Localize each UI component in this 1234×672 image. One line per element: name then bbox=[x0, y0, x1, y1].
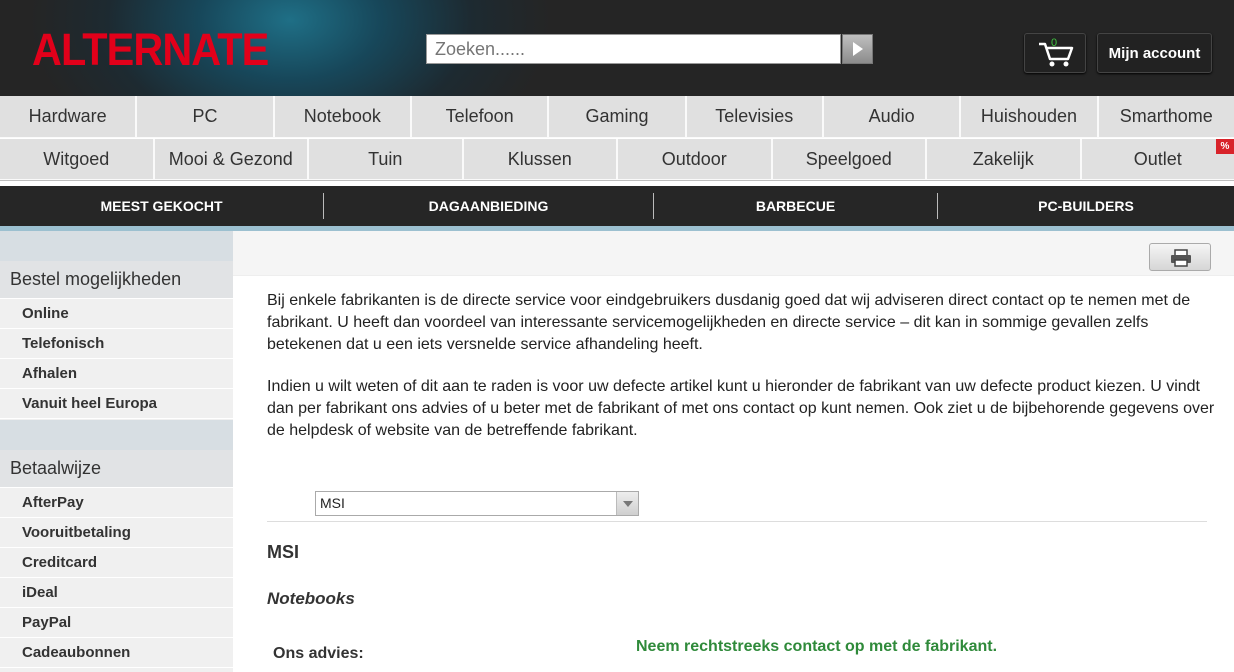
sidebar-spacer bbox=[0, 420, 233, 450]
category-zakelijk[interactable]: Zakelijk bbox=[927, 139, 1082, 180]
sidebar-item-vooruitbetaling[interactable]: Vooruitbetaling bbox=[0, 518, 233, 548]
category-nav-row-2: Witgoed Mooi & Gezond Tuin Klussen Outdo… bbox=[0, 139, 1234, 181]
main-content: Bij enkele fabrikanten is de directe ser… bbox=[233, 231, 1234, 672]
advice-label: Ons advies: bbox=[273, 645, 364, 662]
promo-dagaanbieding[interactable]: DAGAANBIEDING bbox=[324, 193, 654, 219]
sidebar-item-online[interactable]: Online bbox=[0, 299, 233, 329]
sidebar-item-afterpay[interactable]: AfterPay bbox=[0, 488, 233, 518]
category-outlet-label: Outlet bbox=[1133, 148, 1182, 169]
promo-pc-builders[interactable]: PC-BUILDERS bbox=[938, 193, 1234, 219]
promo-bar: MEEST GEKOCHT DAGAANBIEDING BARBECUE PC-… bbox=[0, 186, 1234, 226]
category-smarthome[interactable]: Smarthome bbox=[1098, 96, 1234, 138]
sale-badge: % bbox=[1216, 139, 1234, 154]
cart-icon bbox=[1039, 42, 1074, 67]
manufacturer-select[interactable]: MSI bbox=[315, 491, 639, 516]
category-telefoon[interactable]: Telefoon bbox=[411, 96, 550, 138]
sidebar-spacer bbox=[0, 231, 233, 261]
sidebar: Bestel mogelijkheden Online Telefonisch … bbox=[0, 231, 233, 672]
print-button[interactable] bbox=[1149, 243, 1211, 271]
chevron-down-icon bbox=[616, 492, 638, 515]
sidebar-item-cadeaubonnen[interactable]: Cadeaubonnen bbox=[0, 638, 233, 668]
promo-barbecue[interactable]: BARBECUE bbox=[654, 193, 938, 219]
site-header: ALTERNATE 0 Mijn account bbox=[0, 0, 1234, 96]
category-pc[interactable]: PC bbox=[137, 96, 275, 138]
divider bbox=[267, 521, 1207, 522]
brand-heading: MSI bbox=[267, 542, 300, 562]
play-arrow-icon bbox=[852, 42, 863, 56]
category-hardware[interactable]: Hardware bbox=[0, 96, 138, 138]
search-input[interactable] bbox=[426, 34, 841, 64]
category-witgoed[interactable]: Witgoed bbox=[0, 139, 155, 180]
category-outdoor[interactable]: Outdoor bbox=[618, 139, 773, 180]
sidebar-item-afhalen[interactable]: Afhalen bbox=[0, 359, 233, 389]
intro-paragraph: Bij enkele fabrikanten is de directe ser… bbox=[267, 292, 1191, 353]
site-logo[interactable]: ALTERNATE bbox=[32, 24, 269, 76]
category-speelgoed[interactable]: Speelgoed bbox=[772, 139, 927, 180]
category-mooi-gezond[interactable]: Mooi & Gezond bbox=[154, 139, 309, 180]
category-gaming[interactable]: Gaming bbox=[549, 96, 687, 138]
category-audio[interactable]: Audio bbox=[823, 96, 962, 138]
sidebar-item-ideal[interactable]: iDeal bbox=[0, 578, 233, 608]
sidebar-item-telefonisch[interactable]: Telefonisch bbox=[0, 329, 233, 359]
sidebar-item-europa[interactable]: Vanuit heel Europa bbox=[0, 389, 233, 419]
sidebar-heading-betaalwijze: Betaalwijze bbox=[0, 450, 233, 488]
category-klussen[interactable]: Klussen bbox=[463, 139, 618, 180]
category-tuin[interactable]: Tuin bbox=[309, 139, 464, 180]
sidebar-item-creditcard[interactable]: Creditcard bbox=[0, 548, 233, 578]
category-notebook[interactable]: Notebook bbox=[274, 96, 412, 138]
advice-value: Neem rechtstreeks contact op met de fabr… bbox=[636, 638, 998, 655]
category-huishouden[interactable]: Huishouden bbox=[961, 96, 1099, 138]
promo-meest-gekocht[interactable]: MEEST GEKOCHT bbox=[0, 193, 324, 219]
product-category-heading: Notebooks bbox=[267, 589, 355, 608]
account-button[interactable]: Mijn account bbox=[1097, 33, 1212, 73]
category-televisies[interactable]: Televisies bbox=[686, 96, 824, 138]
sidebar-heading-bestel: Bestel mogelijkheden bbox=[0, 261, 233, 299]
manufacturer-select-value: MSI bbox=[320, 495, 345, 511]
sidebar-item-paypal[interactable]: PayPal bbox=[0, 608, 233, 638]
category-nav-row-1: Hardware PC Notebook Telefoon Gaming Tel… bbox=[0, 96, 1234, 138]
cart-button[interactable]: 0 bbox=[1024, 33, 1086, 73]
printer-icon bbox=[1171, 249, 1191, 267]
search-button[interactable] bbox=[842, 34, 873, 64]
instruction-paragraph: Indien u wilt weten of dit aan te raden … bbox=[267, 378, 1215, 439]
main-toolbar bbox=[233, 231, 1234, 276]
category-outlet[interactable]: Outlet % bbox=[1081, 139, 1234, 180]
